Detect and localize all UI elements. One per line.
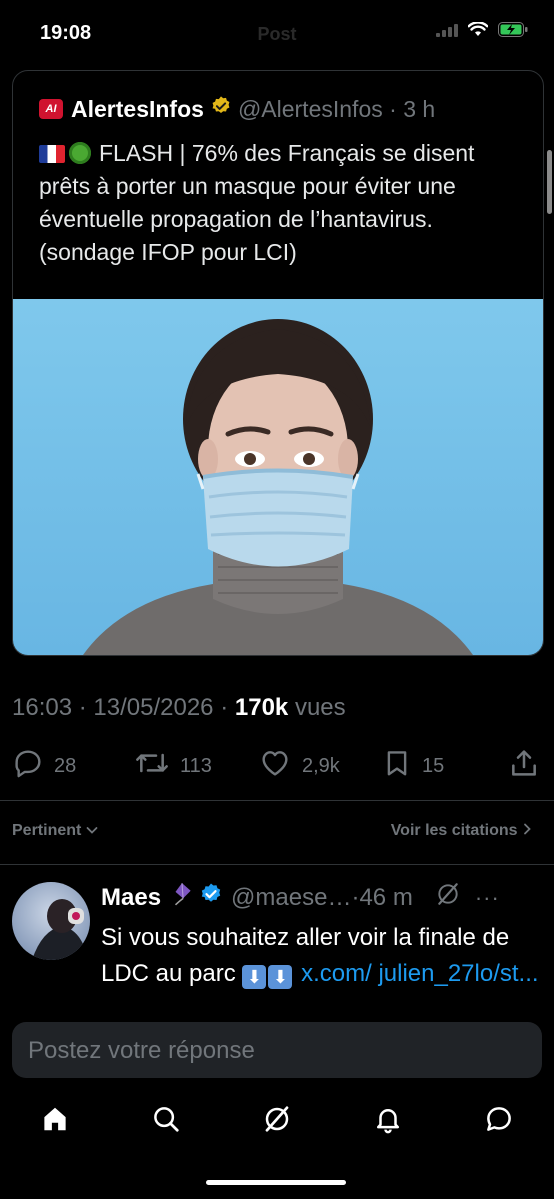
reply-icon (12, 747, 44, 785)
down-arrow-emoji-icon: ⬇ (242, 965, 267, 989)
reply-link-continued[interactable]: julien_27lo/st... (378, 960, 538, 987)
reply-link[interactable]: x.com/ (301, 960, 372, 987)
reply-age: 46 m (359, 883, 413, 911)
bookmark-icon (382, 747, 412, 785)
bookmark-button[interactable]: 15 (382, 747, 504, 785)
reply-button[interactable]: 28 (12, 747, 134, 785)
divider (0, 800, 554, 801)
signal-icon (436, 23, 458, 42)
reply-header: Maes @maese… · 46 m ··· (101, 881, 500, 914)
post-actions: 28 113 2,9k 15 (12, 748, 542, 784)
blue-verified-icon (199, 882, 223, 913)
repost-count: 113 (180, 754, 212, 777)
quoted-post-card[interactable]: AI AlertesInfos @AlertesInfos · 3 h FLAS… (12, 70, 544, 656)
quoted-author-name[interactable]: AlertesInfos (71, 96, 204, 123)
quoted-post-photo[interactable] (13, 299, 543, 655)
heart-icon (258, 747, 292, 785)
view-quotes-label: Voir les citations (390, 822, 518, 839)
battery-icon (498, 22, 528, 42)
status-icons (436, 21, 528, 42)
masked-woman-illustration (83, 319, 473, 655)
quoted-post-age: 3 h (403, 95, 436, 122)
sort-replies-label: Pertinent (12, 822, 82, 839)
bookmark-count: 15 (422, 754, 445, 777)
view-quotes-link[interactable]: Voir les citations (391, 822, 532, 840)
reply-text-block: Si vous souhaitez aller voir la finale d… (101, 920, 541, 992)
quoted-post-text: FLASH | 76% des Français se disent prêts… (39, 140, 475, 265)
microbe-icon (69, 142, 91, 164)
wifi-icon (467, 21, 489, 42)
notifications-icon[interactable] (373, 1104, 403, 1139)
quoted-author-handle[interactable]: @AlertesInfos (238, 96, 383, 123)
reply-author-name[interactable]: Maes (101, 884, 161, 912)
post-views-count: 170k (234, 694, 289, 721)
kite-emoji-icon (169, 881, 195, 914)
search-icon[interactable] (151, 1104, 181, 1139)
repost-button[interactable]: 113 (134, 747, 258, 785)
grok-icon[interactable] (435, 881, 461, 914)
scrollbar[interactable] (547, 150, 552, 214)
share-icon (508, 747, 540, 785)
post-time: 16:03 (12, 694, 73, 721)
down-arrow-emoji-icon: ⬇ (268, 965, 293, 989)
more-options-icon[interactable]: ··· (475, 885, 500, 911)
post-views-label: vues (294, 694, 346, 721)
repost-icon (134, 747, 170, 785)
reply-count: 28 (54, 754, 77, 777)
like-button[interactable]: 2,9k (258, 747, 382, 785)
quoted-post-header: AI AlertesInfos @AlertesInfos · 3 h (39, 95, 543, 123)
reply-author-avatar[interactable] (12, 882, 90, 960)
messages-icon[interactable] (484, 1104, 514, 1139)
chevron-down-icon (86, 822, 98, 839)
like-count: 2,9k (302, 754, 340, 777)
grok-icon[interactable] (262, 1104, 292, 1139)
alertesinfos-logo: AI (39, 99, 63, 119)
chevron-right-icon (522, 822, 532, 839)
share-button[interactable] (508, 747, 540, 785)
sort-replies-dropdown[interactable]: Pertinent (12, 822, 98, 840)
home-icon[interactable] (40, 1104, 70, 1139)
post-meta: 16:03 · 13/05/2026 · 170k vues (12, 694, 346, 721)
divider (0, 864, 554, 865)
gold-verified-icon (210, 95, 232, 123)
home-indicator (206, 1180, 346, 1185)
post-date: 13/05/2026 (93, 694, 214, 721)
tab-bar (0, 1096, 554, 1146)
reply-composer-input[interactable]: Postez votre réponse (12, 1022, 542, 1078)
quoted-post-text-block: FLASH | 76% des Français se disent prêts… (39, 137, 529, 269)
france-flag-icon (39, 145, 65, 163)
reply-author-handle[interactable]: @maese… (231, 884, 351, 912)
reply-composer-placeholder: Postez votre réponse (28, 1037, 255, 1064)
